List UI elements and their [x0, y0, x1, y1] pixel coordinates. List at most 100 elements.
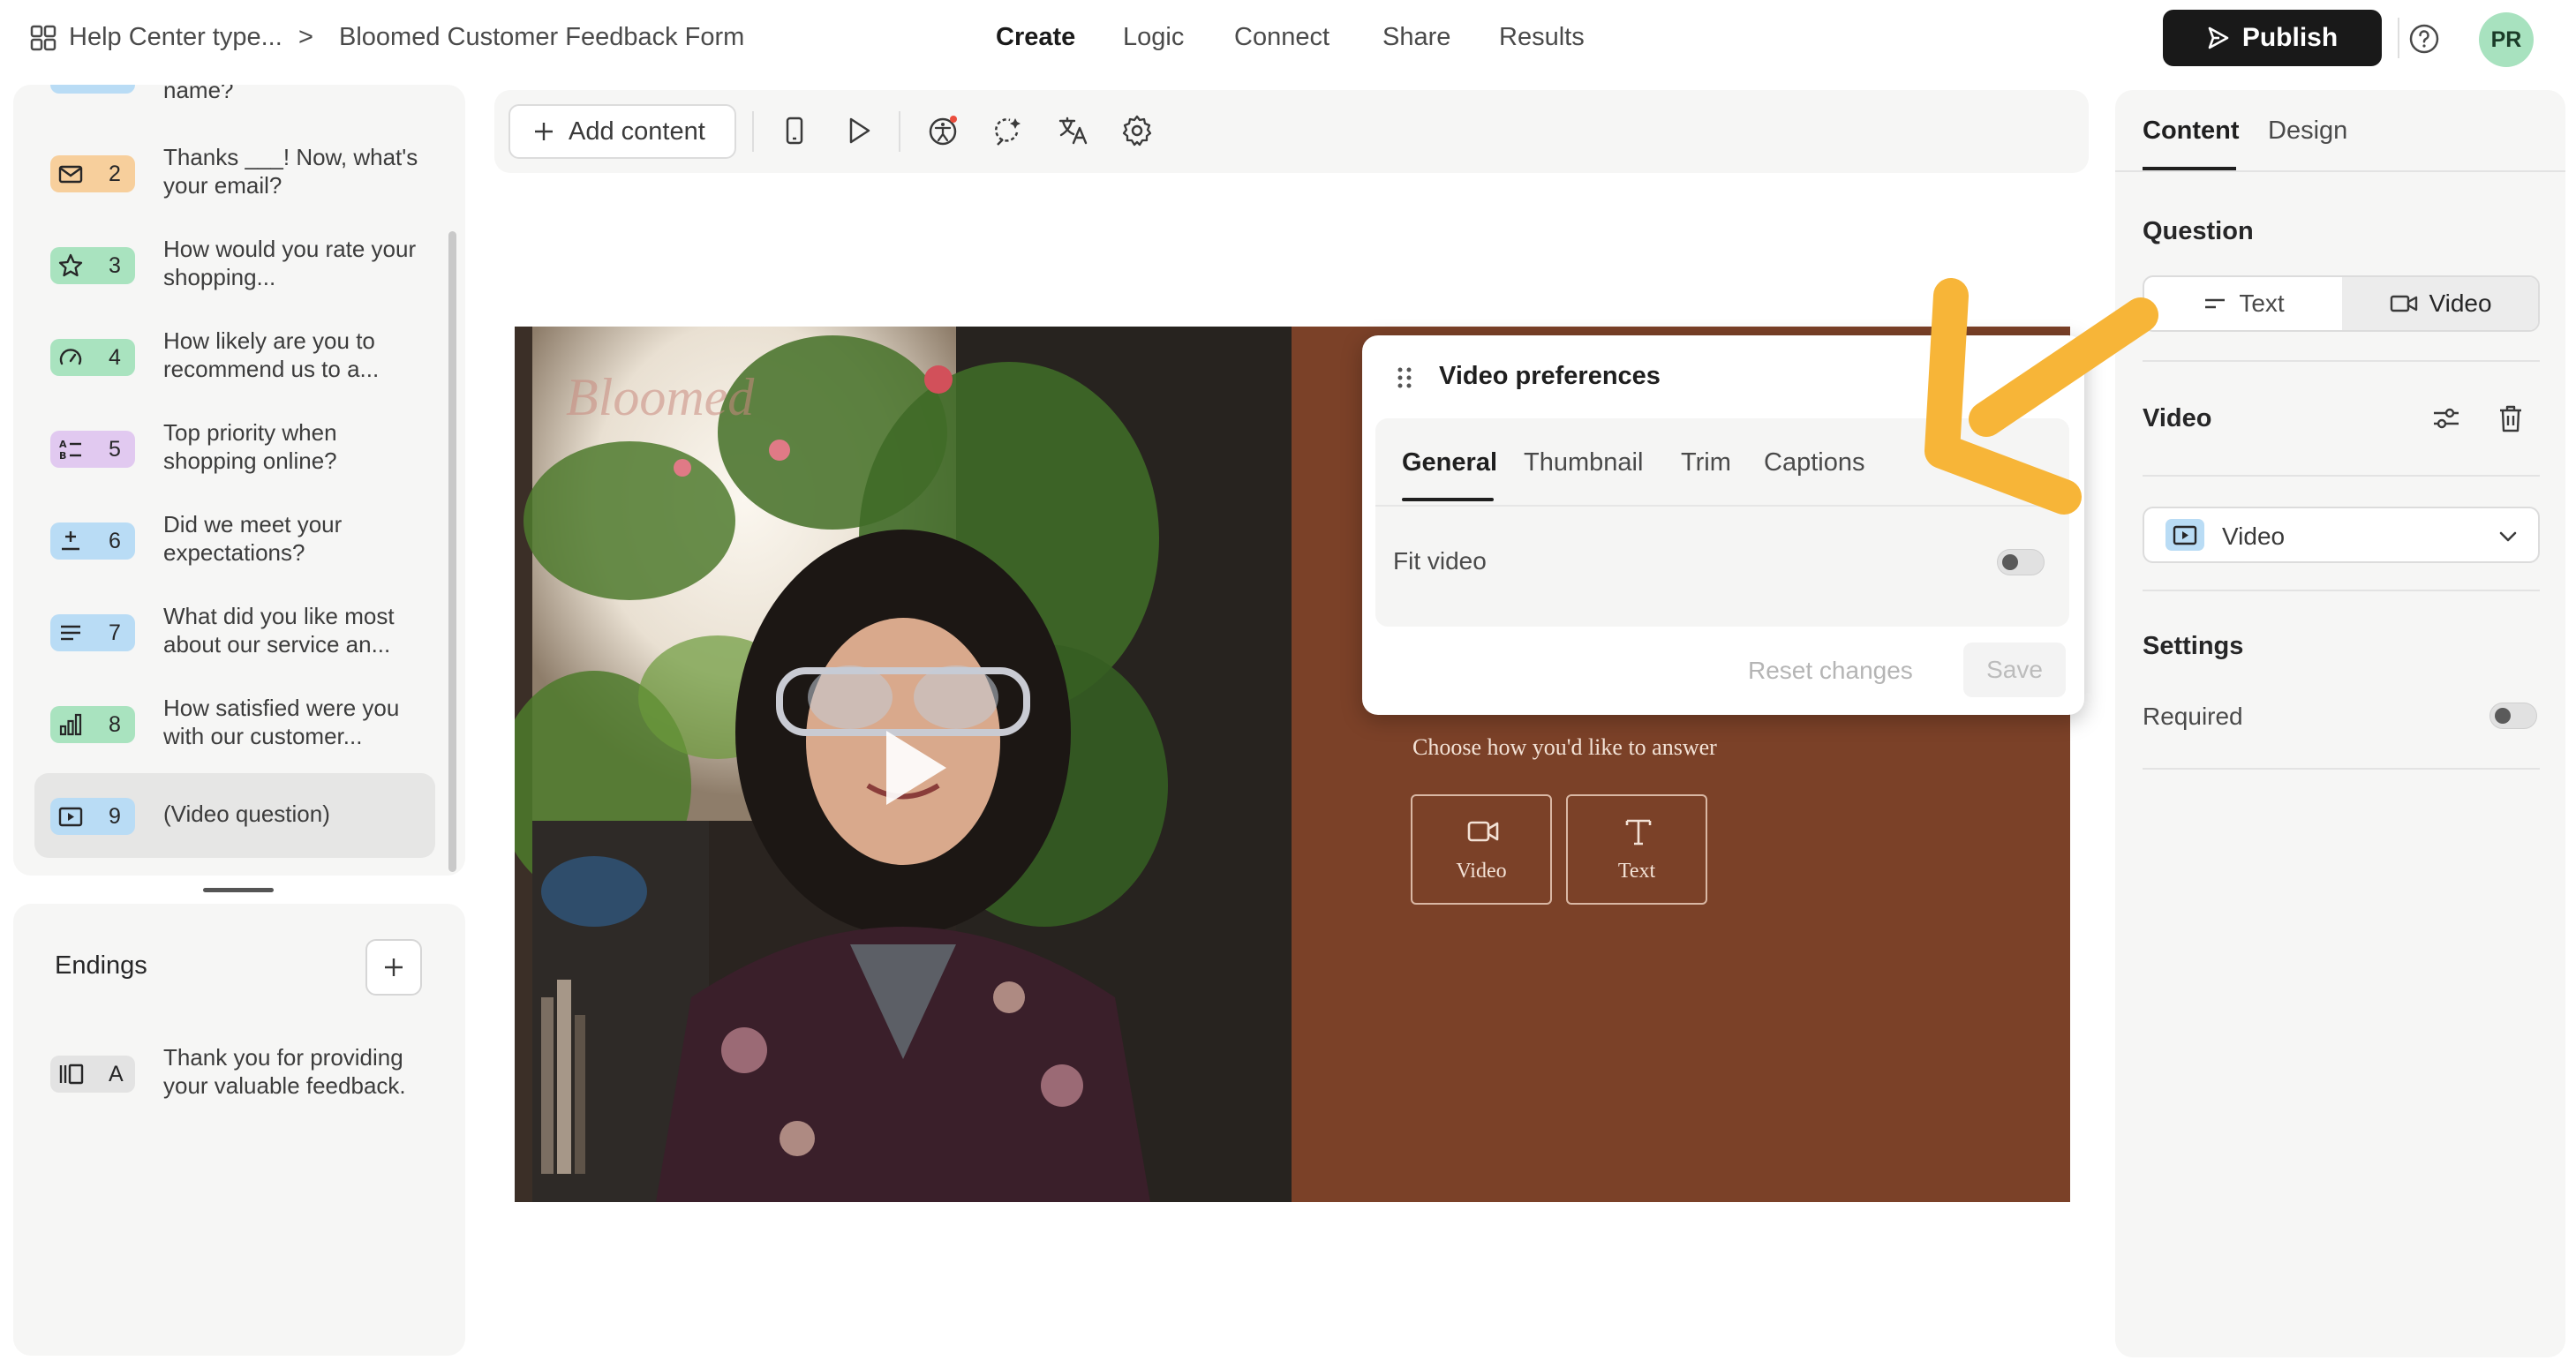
nav-connect[interactable]: Connect [1234, 23, 1329, 52]
question-number: 3 [109, 253, 121, 278]
question-item-8[interactable]: 8 How satisfied were you with our custom… [34, 681, 435, 766]
question-number: 5 [109, 437, 121, 462]
trash-icon[interactable] [2495, 402, 2527, 434]
question-item-9[interactable]: 9 (Video question) [34, 773, 435, 858]
question-item-3[interactable]: 3 How would you rate your shopping... [34, 222, 435, 307]
video-play-icon [2173, 525, 2197, 545]
video-play-icon[interactable] [874, 724, 953, 812]
breadcrumb-workspace[interactable]: Help Center type... [69, 23, 282, 52]
avatar[interactable]: PR [2479, 12, 2534, 67]
video-badge [2165, 519, 2204, 551]
question-badge: 4 [50, 339, 135, 376]
nav-create[interactable]: Create [996, 23, 1075, 52]
apps-grid-icon[interactable] [30, 25, 56, 51]
endings-title: Endings [55, 951, 147, 980]
answer-option-video[interactable]: Video [1411, 794, 1552, 905]
question-badge: 6 [50, 522, 135, 560]
ai-translate-spark-icon[interactable] [990, 113, 1026, 148]
question-item-4[interactable]: 4 How likely are you to recommend us to … [34, 314, 435, 399]
section-divider [2143, 475, 2540, 477]
video-select-value: Video [2222, 522, 2286, 550]
required-label: Required [2143, 703, 2243, 730]
video-camera-icon [1467, 821, 1499, 842]
sliders-icon[interactable] [2430, 402, 2462, 434]
question-section-title: Question [2143, 217, 2254, 245]
tab-general[interactable]: General [1402, 448, 1497, 477]
question-text: Did we meet your expectations? [163, 511, 343, 566]
gauge-icon [59, 349, 82, 365]
question-item-6[interactable]: 6 Did we meet your expectations? [34, 498, 435, 583]
section-divider [2143, 360, 2540, 362]
video-preferences-title: Video preferences [1439, 362, 1661, 390]
breadcrumb-form-title[interactable]: Bloomed Customer Feedback Form [339, 23, 744, 52]
fit-video-label: Fit video [1393, 547, 1487, 575]
breadcrumb-separator: > [298, 23, 313, 51]
add-content-button[interactable]: Add content [508, 104, 736, 159]
top-bar: Help Center type... > Bloomed Customer F… [0, 0, 2576, 78]
plus-icon [535, 123, 553, 140]
plus-minus-icon [62, 531, 79, 551]
question-text: How would you rate your shopping... [163, 236, 417, 290]
question-text: (Video question) [163, 801, 330, 827]
ending-badge: A [50, 1056, 135, 1093]
panel-resize-handle[interactable] [203, 888, 274, 892]
save-button[interactable]: Save [1963, 643, 2066, 697]
reset-changes-button[interactable]: Reset changes [1748, 657, 1913, 685]
settings-section-title: Settings [2143, 632, 2244, 660]
toggle-knob [2002, 554, 2018, 570]
toggle-knob [2495, 708, 2511, 724]
question-badge: 7 [50, 614, 135, 651]
svg-text:A: A [59, 439, 67, 450]
question-text: How likely are you to recommend us to a.… [163, 327, 380, 382]
video-play-icon [58, 807, 83, 827]
question-type-video[interactable]: Video [2342, 277, 2538, 330]
nav-results[interactable]: Results [1499, 23, 1585, 52]
add-content-label: Add content [569, 117, 705, 146]
text-t-icon [1625, 819, 1652, 846]
question-badge: 9 [50, 798, 135, 835]
ending-item-a[interactable]: A Thank you for providing your valuable … [34, 1031, 435, 1116]
question-item-1[interactable]: name? [34, 85, 435, 117]
help-icon[interactable] [2408, 23, 2440, 55]
tab-trim[interactable]: Trim [1681, 448, 1731, 477]
drag-grip-icon[interactable] [1395, 365, 1414, 390]
annotation-arrow [1924, 278, 2158, 515]
nav-logic[interactable]: Logic [1123, 23, 1184, 52]
fit-video-toggle[interactable] [1997, 549, 2045, 575]
accessibility-icon[interactable] [925, 113, 960, 148]
section-divider [2143, 768, 2540, 770]
mobile-preview-icon[interactable] [777, 113, 812, 148]
answer-option-text[interactable]: Text [1566, 794, 1707, 905]
tab-design[interactable]: Design [2268, 117, 2347, 146]
settings-gear-icon[interactable] [1119, 113, 1155, 148]
question-list-panel: name? 2 Thanks ___! Now, what's your ema… [13, 85, 465, 876]
question-type-text[interactable]: Text [2144, 277, 2342, 330]
translate-icon[interactable] [1056, 113, 1091, 148]
question-text: Thanks ___! Now, what's your email? [163, 144, 418, 199]
topbar-divider [2398, 18, 2399, 58]
toolbar-divider [899, 111, 900, 152]
publish-button[interactable]: Publish [2163, 10, 2382, 66]
long-text-icon [61, 625, 80, 641]
add-ending-button[interactable] [365, 939, 422, 996]
nav-share[interactable]: Share [1382, 23, 1450, 52]
tabs-divider [2115, 170, 2565, 172]
question-number: 8 [109, 712, 121, 737]
question-item-2[interactable]: 2 Thanks ___! Now, what's your email? [34, 131, 435, 215]
question-badge [50, 85, 135, 94]
tab-content[interactable]: Content [2143, 117, 2240, 146]
play-preview-icon[interactable] [840, 113, 876, 148]
question-list-scrollbar[interactable] [448, 231, 456, 872]
bar-chart-icon [59, 713, 82, 736]
required-toggle[interactable] [2489, 703, 2537, 729]
toolbar-divider [752, 111, 754, 152]
video-source-select[interactable]: Video [2143, 507, 2540, 563]
question-badge: 8 [50, 706, 135, 743]
question-item-7[interactable]: 7 What did you like most about our servi… [34, 590, 435, 674]
question-number: 4 [109, 345, 121, 370]
plus-icon [385, 958, 403, 976]
publish-label: Publish [2241, 23, 2339, 52]
question-type-toggle: Text Video [2143, 275, 2540, 332]
tab-thumbnail[interactable]: Thumbnail [1524, 448, 1643, 477]
question-item-5[interactable]: A B 5 Top priority when shopping online? [34, 406, 435, 491]
